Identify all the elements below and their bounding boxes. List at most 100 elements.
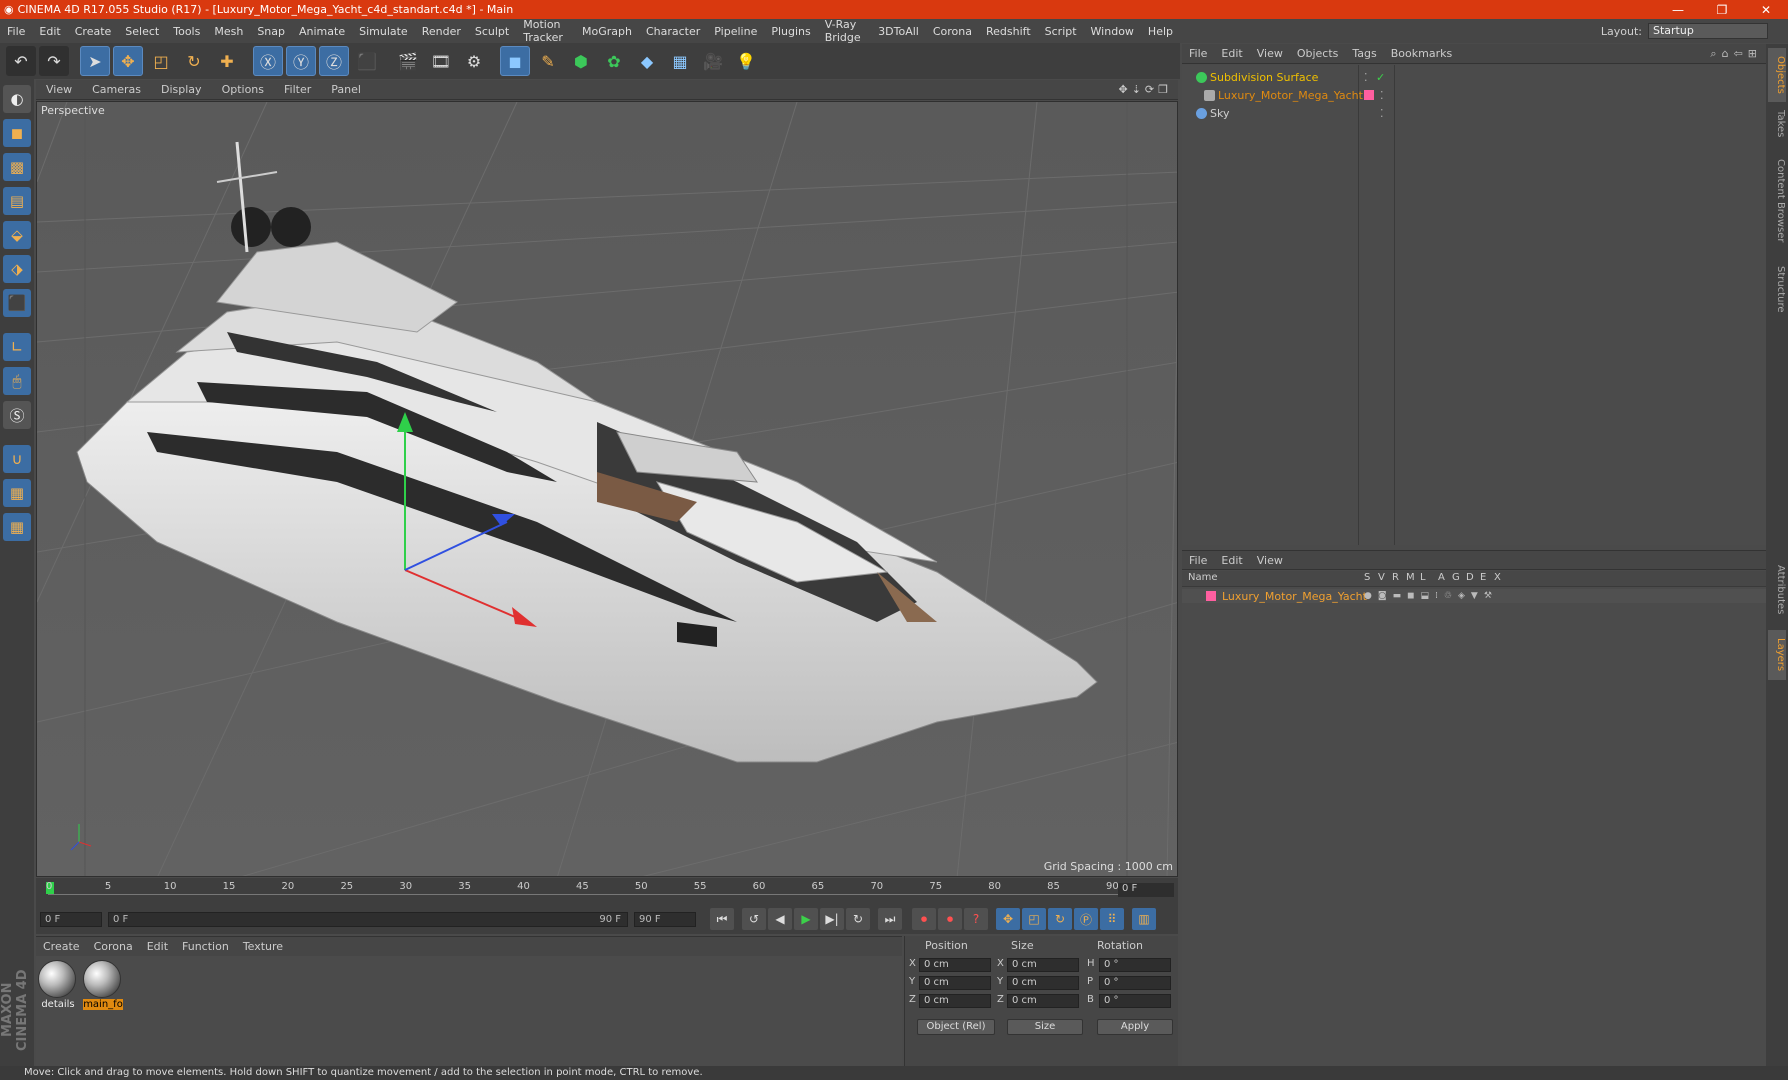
subdivision-icon[interactable]: ⬢ (566, 46, 596, 76)
menu-pipeline[interactable]: Pipeline (707, 25, 764, 38)
material-menu-corona[interactable]: Corona (87, 940, 140, 953)
tab-content-browser[interactable]: Content Browser (1768, 144, 1786, 258)
lock-workplane-icon[interactable]: ▦ (3, 479, 31, 507)
rotation-p-field[interactable]: 0 ° (1099, 976, 1171, 990)
light-icon[interactable]: 💡 (731, 46, 761, 76)
current-frame-field[interactable]: 0 F (1118, 883, 1174, 897)
position-x-field[interactable]: 0 cm (919, 958, 991, 972)
scale-icon[interactable]: ◰ (146, 46, 176, 76)
object-menu-bookmarks[interactable]: Bookmarks (1384, 47, 1459, 60)
render-view-icon[interactable]: 🎬 (393, 46, 423, 76)
previous-frame-icon[interactable]: ◀ (768, 908, 792, 930)
go-to-end-icon[interactable]: ⏭ (878, 908, 902, 930)
polygons-mode-icon[interactable]: ⬛ (3, 289, 31, 317)
move-icon[interactable]: ✥ (113, 46, 143, 76)
restore-button[interactable]: ❐ (1700, 3, 1744, 17)
menu-3dtoall[interactable]: 3DToAll (871, 25, 926, 38)
perspective-viewport[interactable]: Perspective Grid Spacing : 1000 cm (36, 101, 1178, 877)
planar-workplane-icon[interactable]: ▦ (3, 513, 31, 541)
material-details[interactable]: details (38, 960, 78, 1010)
apply-button[interactable]: Apply (1097, 1019, 1173, 1035)
record-keys-icon[interactable]: ⏺ (912, 908, 936, 930)
layer-menu-view[interactable]: View (1250, 554, 1290, 567)
keyframe-selection-icon[interactable]: ? (964, 908, 988, 930)
snap-magnet-icon[interactable]: ∪ (3, 445, 31, 473)
y-axis-icon[interactable]: Ⓨ (286, 46, 316, 76)
rotation-h-field[interactable]: 0 ° (1099, 958, 1171, 972)
menu-snap[interactable]: Snap (250, 25, 292, 38)
menu-select[interactable]: Select (118, 25, 166, 38)
key-parameter-icon[interactable]: Ⓟ (1074, 908, 1098, 930)
object-menu-objects[interactable]: Objects (1290, 47, 1346, 60)
key-scale-icon[interactable]: ◰ (1022, 908, 1046, 930)
make-editable-icon[interactable]: ◐ (3, 85, 31, 113)
viewport-menu-display[interactable]: Display (151, 83, 212, 96)
viewport-menu-options[interactable]: Options (212, 83, 274, 96)
layer-color-tag[interactable] (1364, 90, 1374, 100)
viewport-menu-panel[interactable]: Panel (321, 83, 371, 96)
menu-window[interactable]: Window (1084, 25, 1141, 38)
viewport-menu-view[interactable]: View (36, 83, 82, 96)
end-frame-field[interactable]: 90 F (634, 911, 696, 927)
model-mode-icon[interactable]: ◼ (3, 119, 31, 147)
go-to-start-icon[interactable]: ⏮ (710, 908, 734, 930)
menu-create[interactable]: Create (68, 25, 119, 38)
minimize-button[interactable]: — (1656, 3, 1700, 17)
solo-icon[interactable]: Ⓢ (3, 401, 31, 429)
close-button[interactable]: ✕ (1744, 3, 1788, 17)
camera-icon[interactable]: 🎥 (698, 46, 728, 76)
tab-objects[interactable]: Objects (1768, 48, 1786, 102)
select-arrow-icon[interactable]: ➤ (80, 46, 110, 76)
key-position-icon[interactable]: ✥ (996, 908, 1020, 930)
start-frame-field[interactable]: 0 F (40, 911, 102, 927)
menu-mesh[interactable]: Mesh (207, 25, 250, 38)
timeline-ruler[interactable]: 0 5 10 15 20 25 30 35 40 45 50 55 60 65 70 75 80 85 90 0 F (36, 878, 1178, 904)
x-axis-icon[interactable]: Ⓧ (253, 46, 283, 76)
viewport-menu-cameras[interactable]: Cameras (82, 83, 151, 96)
menu-character[interactable]: Character (639, 25, 707, 38)
menu-script[interactable]: Script (1038, 25, 1084, 38)
tab-structure[interactable]: Structure (1768, 258, 1786, 320)
menu-animate[interactable]: Animate (292, 25, 352, 38)
enabled-check-icon[interactable]: ✓ (1376, 71, 1385, 84)
live-selection-icon[interactable]: ✚ (212, 46, 242, 76)
axis-mode-icon[interactable]: ∟ (3, 333, 31, 361)
points-mode-icon[interactable]: ⬙ (3, 221, 31, 249)
object-row[interactable]: Subdivision Surface ⁚ ✓ (1182, 68, 1766, 86)
redo-icon[interactable]: ↷ (39, 46, 69, 76)
undo-icon[interactable]: ↶ (6, 46, 36, 76)
mograph-cloner-icon[interactable]: ✿ (599, 46, 629, 76)
size-z-field[interactable]: 0 cm (1007, 994, 1079, 1008)
coordinate-system-icon[interactable]: ⬛ (352, 46, 382, 76)
object-menu-tags[interactable]: Tags (1345, 47, 1383, 60)
rotation-b-field[interactable]: 0 ° (1099, 994, 1171, 1008)
key-rotation-icon[interactable]: ↻ (1048, 908, 1072, 930)
size-mode-dropdown[interactable]: Size (1007, 1019, 1083, 1035)
menu-file[interactable]: File (0, 25, 32, 38)
layer-menu-file[interactable]: File (1182, 554, 1214, 567)
viewport-camera-label[interactable]: Perspective (41, 104, 105, 117)
visibility-dots-icon[interactable]: ⁚ (1364, 71, 1368, 84)
visibility-dots-icon[interactable]: ⁚ (1380, 89, 1384, 102)
key-pla-icon[interactable]: ⠿ (1100, 908, 1124, 930)
viewport-menu-filter[interactable]: Filter (274, 83, 321, 96)
material-menu-texture[interactable]: Texture (236, 940, 290, 953)
menu-corona[interactable]: Corona (926, 25, 979, 38)
tab-takes[interactable]: Takes (1768, 104, 1786, 144)
previous-key-icon[interactable]: ↺ (742, 908, 766, 930)
tab-layers[interactable]: Layers (1768, 630, 1786, 680)
menu-sculpt[interactable]: Sculpt (468, 25, 516, 38)
tweak-mode-icon[interactable]: 🖱 (3, 367, 31, 395)
texture-mode-icon[interactable]: ▩ (3, 153, 31, 181)
autokey-icon[interactable]: ⏺ (938, 908, 962, 930)
layer-menu-edit[interactable]: Edit (1214, 554, 1249, 567)
next-key-icon[interactable]: ↻ (846, 908, 870, 930)
layer-toggle-icons[interactable]: ●◙▬◼⬓⁞♲◈▼⚒ (1364, 591, 1498, 601)
material-menu-edit[interactable]: Edit (140, 940, 175, 953)
layout-select[interactable]: Startup (1648, 23, 1768, 39)
tab-attributes[interactable]: Attributes (1768, 554, 1786, 626)
menu-help[interactable]: Help (1141, 25, 1180, 38)
z-axis-icon[interactable]: Ⓩ (319, 46, 349, 76)
menu-plugins[interactable]: Plugins (764, 25, 817, 38)
menu-tools[interactable]: Tools (166, 25, 207, 38)
